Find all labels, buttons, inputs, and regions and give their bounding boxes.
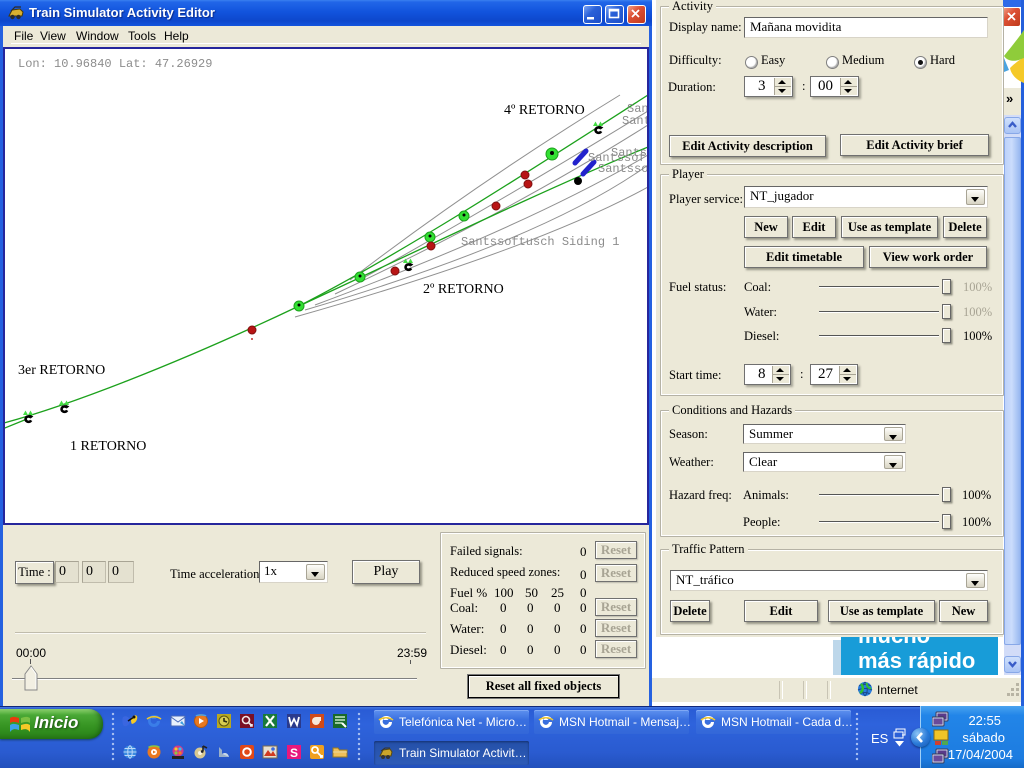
svg-text:2º RETORNO: 2º RETORNO — [423, 282, 504, 297]
svg-text:4º RETORNO: 4º RETORNO — [504, 103, 585, 118]
svg-text:Santssoftusch Siding 1: Santssoftusch Siding 1 — [461, 235, 619, 249]
svg-text:Santsso: Santsso — [598, 162, 647, 176]
svg-text:Lon: 10.96840 Lat: 47.26929: Lon: 10.96840 Lat: 47.26929 — [18, 57, 212, 71]
svg-text:1 RETORNO: 1 RETORNO — [70, 439, 146, 454]
svg-text:3er RETORNO: 3er RETORNO — [18, 363, 105, 378]
svg-text:Sant: Sant — [622, 114, 647, 128]
svg-text:S: S — [290, 746, 298, 760]
